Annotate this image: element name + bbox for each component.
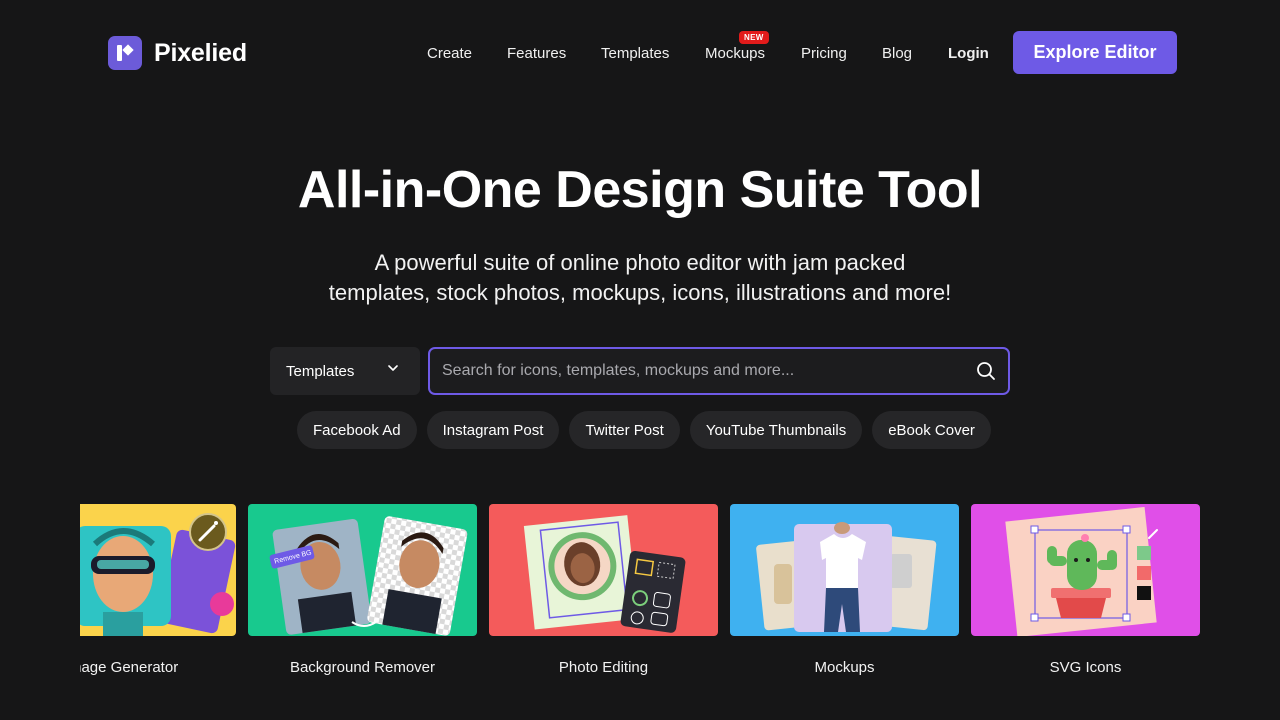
site-header: Pixelied Create Features Templates Mocku… — [0, 0, 1280, 105]
background-remover-illustration — [269, 516, 468, 636]
brand-name: Pixelied — [154, 38, 247, 67]
mockups-illustration — [756, 522, 937, 632]
card-label-background-remover: Background Remover — [289, 659, 436, 676]
card-photo-editing[interactable]: Photo Editing — [489, 504, 718, 676]
quick-search-chips: Facebook Ad Instagram Post Twitter Post … — [297, 411, 991, 449]
pixelied-logo-icon — [108, 36, 142, 70]
card-image-generator-image — [80, 504, 236, 636]
chip-twitter-post[interactable]: Twitter Post — [569, 411, 680, 449]
magic-wand-icon — [189, 513, 227, 551]
chevron-down-icon — [388, 365, 398, 371]
card-background-remover-image: Remove BG — [248, 504, 477, 636]
chip-ebook-cover[interactable]: eBook Cover — [872, 411, 991, 449]
hero-subtitle: A powerful suite of online photo editor … — [0, 248, 1280, 308]
photo-editing-illustration — [523, 515, 686, 633]
chip-instagram-post[interactable]: Instagram Post — [426, 411, 560, 449]
explore-editor-button[interactable]: Explore Editor — [1013, 31, 1177, 74]
nav-item-templates[interactable]: Templates — [601, 45, 669, 62]
card-label-svg-icons: SVG Icons — [1049, 659, 1122, 676]
brand-logo[interactable]: Pixelied — [108, 36, 247, 70]
nav-item-features[interactable]: Features — [507, 45, 566, 62]
feature-carousel: Image Generator — [80, 504, 1200, 694]
svg-icons-illustration — [1005, 507, 1158, 636]
card-photo-editing-image — [489, 504, 718, 636]
search-category-select[interactable]: Templates — [270, 347, 420, 395]
card-image-generator[interactable]: Image Generator — [80, 504, 236, 676]
card-label-photo-editing: Photo Editing — [558, 659, 649, 676]
nav-item-blog[interactable]: Blog — [882, 45, 912, 62]
card-mockups-image — [730, 504, 959, 636]
search-input[interactable] — [442, 349, 962, 393]
card-svg-icons[interactable]: SVG Icons — [971, 504, 1200, 676]
login-link[interactable]: Login — [948, 45, 989, 62]
search-icon[interactable] — [976, 361, 996, 381]
hero-title: All-in-One Design Suite Tool — [297, 161, 983, 219]
chip-youtube-thumbnails[interactable]: YouTube Thumbnails — [689, 411, 863, 449]
card-label-mockups: Mockups — [814, 659, 875, 676]
hero-subtitle-line-2: templates, stock photos, mockups, icons,… — [328, 280, 952, 305]
nav-item-create[interactable]: Create — [427, 45, 472, 62]
card-svg-icons-image — [971, 504, 1200, 636]
card-background-remover[interactable]: Remove BG Background Remover — [248, 504, 477, 676]
search-category-value: Templates — [286, 362, 355, 380]
nav-item-mockups-label: Mockups — [705, 45, 766, 62]
card-mockups[interactable]: Mockups — [730, 504, 959, 676]
nav-item-pricing[interactable]: Pricing — [801, 45, 847, 62]
chip-facebook-ad[interactable]: Facebook Ad — [297, 411, 417, 449]
search-box — [428, 347, 1010, 395]
hero-subtitle-line-1: A powerful suite of online photo editor … — [374, 250, 906, 275]
card-label-image-generator: Image Generator — [80, 659, 179, 676]
new-badge: NEW — [739, 31, 769, 44]
nav-item-mockups[interactable]: Mockups NEW — [705, 31, 769, 62]
